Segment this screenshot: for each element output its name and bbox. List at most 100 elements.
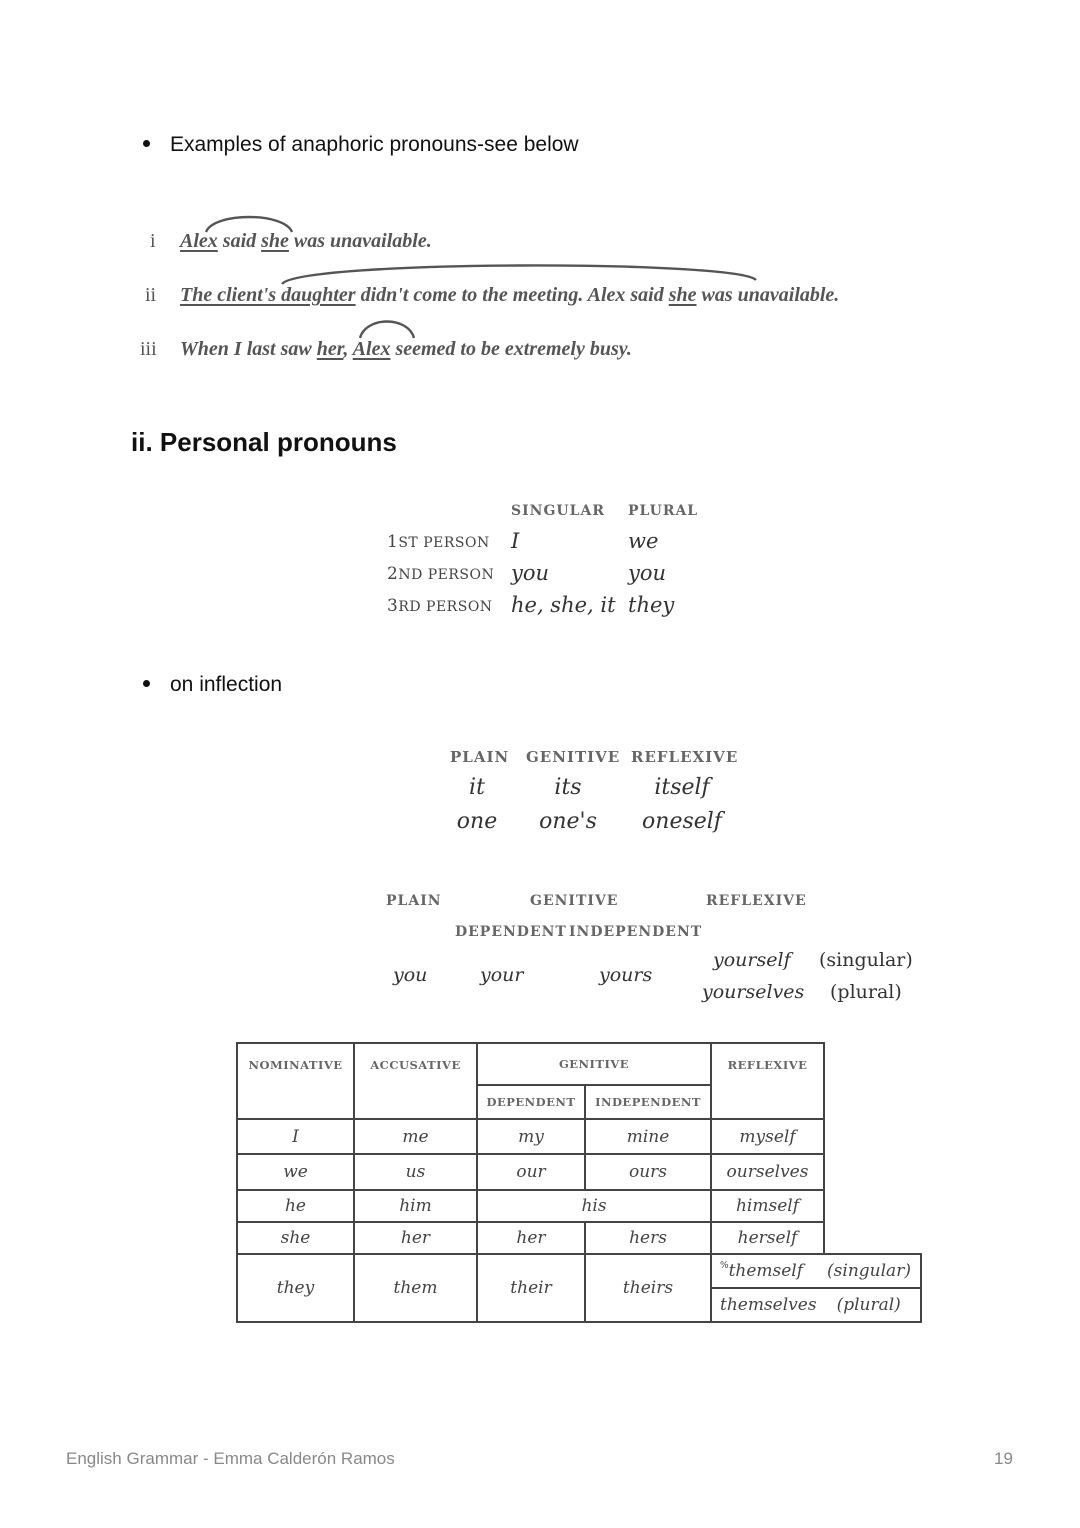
header-accusative: ACCUSATIVE [353,1042,478,1120]
cell-plain: it [469,775,485,800]
cell-genitive-merged: his [476,1189,712,1223]
row-label-number: 3 [387,596,399,616]
column-header-genitive: GENITIVE [526,748,621,766]
cell-accusative: him [353,1189,478,1223]
cell-reflexive: itself [654,775,710,800]
cell-independent: yours [599,964,653,986]
column-header-plain: PLAIN [386,893,442,909]
cell-plain: you [393,964,428,986]
bullet-text: on inflection [170,673,283,696]
table-row: I me my mine myself [236,1118,921,1155]
antecedent: The client's daughter [180,284,356,306]
anaphora-arc-icon [281,264,757,285]
cell-reflexive: herself [710,1221,825,1255]
dialect-marker: % [720,1261,729,1271]
cell-singular: you [511,561,550,585]
cell-dependent: their [476,1253,586,1323]
column-header-plural: PLURAL [628,503,699,519]
example-number: iii [140,338,157,360]
cell-reflexive: oneself [642,809,722,834]
anaphor: her [316,338,344,360]
column-header-reflexive: REFLEXIVE [631,748,739,766]
row-label-1st-person: 1ST PERSON [387,532,490,552]
row-label-text: ST PERSON [398,535,490,551]
bullet-dot-icon [143,139,150,147]
cell-plural: you [628,561,667,585]
header-genitive: GENITIVE [476,1042,712,1086]
anaphor: she [261,230,289,252]
row-label-number: 2 [387,564,399,584]
cell-singular: he, she, it [511,593,616,617]
header-dependent: DEPENDENT [476,1084,586,1120]
cell-plural: they [628,593,675,617]
cell-independent: theirs [584,1253,712,1323]
example-number: ii [145,284,157,306]
bullet-text: Examples of anaphoric pronouns-see below [170,133,579,156]
case-table: NOMINATIVE ACCUSATIVE GENITIVE REFLEXIVE… [236,1042,922,1323]
row-label-3rd-person: 3RD PERSON [387,596,493,616]
row-label-2nd-person: 2ND PERSON [387,564,494,584]
reflexive-form: themselves [720,1295,817,1315]
cell-accusative: her [353,1221,478,1255]
cell-dependent: my [476,1118,586,1155]
antecedent: Alex [180,230,218,252]
cell-nominative: I [236,1118,355,1155]
example-text: was unavailable. [288,230,432,252]
column-header-plain: PLAIN [450,748,510,766]
column-header-independent: INDEPENDENT [569,924,703,940]
cell-accusative: them [353,1253,478,1323]
cell-reflexive-singular: yourself [713,949,791,971]
cell-plain: one [456,809,498,834]
table-spacer [824,1043,921,1254]
example-text: didn't come to the meeting. Alex said [355,284,669,306]
example-number: i [150,230,156,252]
cell-independent: ours [584,1153,712,1191]
cell-reflexive-plural: themselves (plural) [710,1287,922,1323]
row-label-text: RD PERSON [398,599,493,615]
cell-independent: mine [584,1118,712,1155]
row-label-number: 1 [387,532,399,552]
cell-genitive: its [554,775,582,800]
cell-reflexive: ourselves [710,1153,825,1191]
footer-title: English Grammar - Emma Calderón Ramos [66,1449,395,1468]
note-plural: (plural) [836,1295,901,1315]
cell-reflexive-singular: %themself (singular) [710,1253,922,1289]
column-header-dependent: DEPENDENT [455,924,567,940]
cell-dependent: your [480,964,524,986]
antecedent: Alex [352,338,391,360]
column-header-genitive: GENITIVE [530,893,619,909]
cell-genitive: one's [539,809,597,834]
cataphora-arc-icon [358,320,416,339]
cell-nominative: they [236,1253,355,1323]
table-row: we us our ours ourselves [236,1153,921,1191]
cell-dependent: our [476,1153,586,1191]
cell-nominative: we [236,1153,355,1191]
header-independent: INDEPENDENT [584,1084,712,1120]
note-singular: (singular) [827,1261,911,1281]
header-reflexive: REFLEXIVE [710,1042,825,1120]
table-row: he him his himself [236,1189,921,1223]
bullet-anaphoric: Examples of anaphoric pronouns-see below [143,133,579,157]
cell-dependent: her [476,1221,586,1255]
cell-accusative: me [353,1118,478,1155]
bullet-inflection: on inflection [143,673,282,697]
cell-accusative: us [353,1153,478,1191]
page-number: 19 [994,1449,1013,1468]
cell-reflexive: myself [710,1118,825,1155]
example-text: said [217,230,262,252]
reflexive-form: themself [728,1261,804,1281]
column-header-reflexive: REFLEXIVE [706,893,807,909]
example-text: was unavailable. [696,284,840,306]
bullet-dot-icon [143,679,150,687]
anaphor: she [668,284,697,306]
cell-singular: I [511,529,520,553]
cell-nominative: she [236,1221,355,1255]
header-nominative: NOMINATIVE [236,1042,355,1120]
cell-reflexive: himself [710,1189,825,1223]
example-text: seemed to be extremely busy. [390,338,632,360]
column-header-singular: SINGULAR [511,503,605,519]
example-text: When I last saw [180,338,317,360]
note-plural: (plural) [830,981,902,1003]
section-heading: ii. Personal pronouns [131,427,397,457]
cell-plural: we [628,529,659,553]
